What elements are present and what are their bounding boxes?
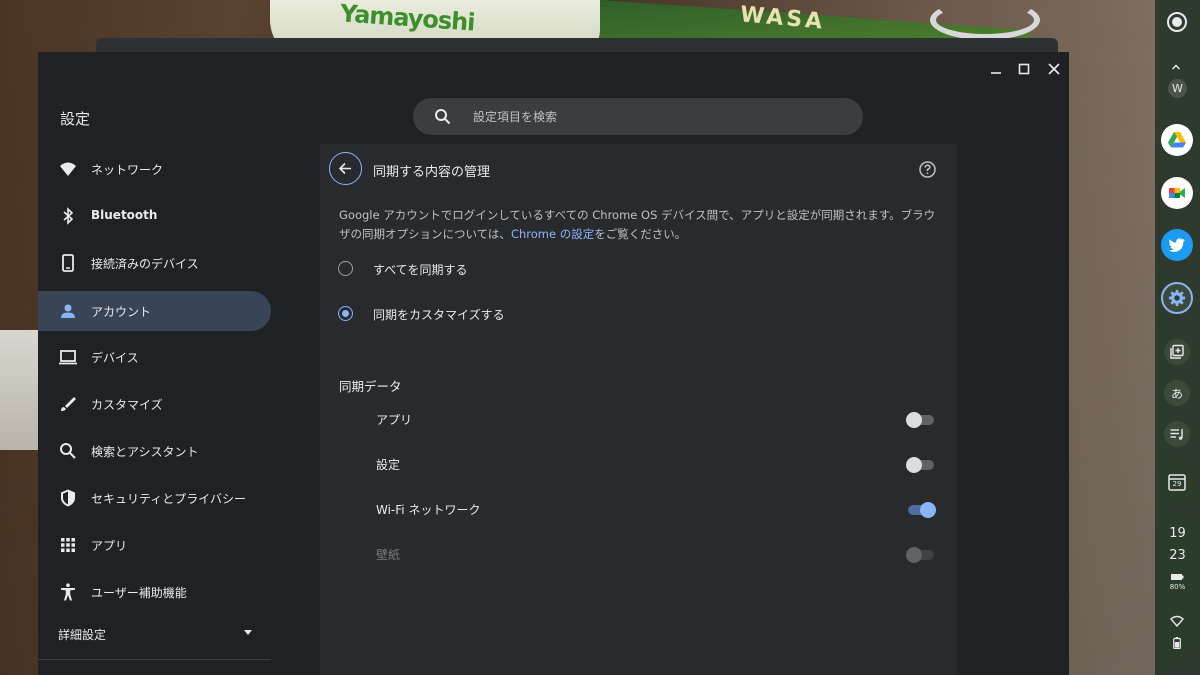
sync-label: Wi-Fi ネットワーク [376,503,481,517]
settings-window: 設定 設定項目を検索 ネットワーク Bluetooth 接続済みのデバイス アカ… [38,52,1069,675]
sync-label: アプリ [376,413,413,427]
screenshot-icon[interactable] [1164,339,1190,365]
wifi-networks-toggle[interactable] [906,502,936,518]
battery-saver-icon [1171,574,1184,580]
back-button[interactable] [329,152,362,185]
settings-gear-icon[interactable] [1161,282,1193,314]
page-title: 設定 [60,110,91,128]
battery-percent: 80% [1169,583,1186,591]
sidebar-item-personalization[interactable]: カスタマイズ [38,384,271,424]
sidebar-item-label: デバイス [91,351,139,365]
sync-row-wallpaper: 壁紙 [376,542,941,566]
close-icon [1048,63,1060,75]
sync-settings-card: 同期する内容の管理 Google アカウントでログインしているすべての Chro… [320,144,957,675]
phone-icon [62,254,74,272]
sidebar-item-accounts[interactable]: アカウント [38,291,271,331]
sidebar-item-label: 検索とアシスタント [91,445,199,459]
sidebar-item-device[interactable]: デバイス [38,337,271,377]
arrow-back-icon [338,162,351,175]
search-icon [435,109,451,125]
sync-label: 壁紙 [376,548,401,562]
brush-icon [61,397,76,411]
chevron-up-icon[interactable] [1171,62,1181,72]
radio-customize-sync[interactable]: 同期をカスタマイズする [338,302,638,326]
clock-minutes: 23 [1169,548,1186,563]
radio-button[interactable] [338,261,353,276]
sidebar-item-connected-devices[interactable]: 接続済みのデバイス [38,243,271,283]
clock-hours: 19 [1169,526,1186,541]
sidebar-item-label: ネットワーク [91,163,164,177]
collapsed-app-icon[interactable]: W [1168,79,1187,98]
apps-toggle[interactable] [906,412,936,428]
wallpaper-toggle [906,547,936,563]
sidebar-item-label: アカウント [91,305,152,319]
title-bar [38,52,1069,84]
sidebar-item-bluetooth[interactable]: Bluetooth [38,196,271,236]
shelf: W あ 29 19 23 80% [1155,0,1200,675]
ime-label: あ [1170,387,1183,401]
shield-icon [61,489,75,507]
caret-down-icon [244,630,252,635]
sync-row-wifi: Wi-Fi ネットワーク [376,497,941,521]
laptop-icon [59,350,77,365]
chrome-settings-link[interactable]: Chrome の設定 [511,227,594,241]
close-button[interactable] [1043,58,1065,80]
sidebar-item-label: Bluetooth [91,208,158,222]
sidebar-item-label: セキュリティとプライバシー [91,492,247,506]
search-placeholder: 設定項目を検索 [473,110,558,124]
ime-icon[interactable]: あ [1164,380,1190,406]
sync-row-apps: アプリ [376,407,941,431]
twitter-icon[interactable] [1161,229,1193,261]
sidebar-item-label: カスタマイズ [91,398,163,412]
sidebar-item-accessibility[interactable]: ユーザー補助機能 [38,572,271,612]
sidebar-item-apps[interactable]: アプリ [38,525,271,565]
sync-description: Google アカウントでログインしているすべての Chrome OS デバイス… [339,206,939,244]
advanced-settings-toggle[interactable]: 詳細設定 [38,614,271,654]
launcher-button[interactable] [1167,12,1187,32]
search-icon [60,443,76,459]
sidebar-item-search-assistant[interactable]: 検索とアシスタント [38,431,271,471]
sync-label: 設定 [376,458,401,472]
radio-button-checked[interactable] [338,306,353,321]
media-icon[interactable] [1164,421,1190,447]
settings-header: 設定 設定項目を検索 [38,84,1069,144]
sidebar-item-label: アプリ [91,539,128,553]
sync-row-settings: 設定 [376,452,941,476]
person-icon [61,304,75,318]
background-object [0,330,38,450]
calendar-day: 29 [1172,480,1182,488]
advanced-label: 詳細設定 [58,628,107,642]
google-drive-icon[interactable] [1161,124,1193,156]
wifi-status-icon [1170,615,1184,627]
apps-grid-icon [61,538,75,552]
settings-toggle[interactable] [906,457,936,473]
subpage-title: 同期する内容の管理 [373,165,491,180]
sidebar-divider [38,659,271,660]
search-input[interactable]: 設定項目を検索 [413,98,863,135]
accessibility-icon [61,583,75,601]
minimize-button[interactable] [985,58,1007,80]
maximize-button[interactable] [1013,58,1035,80]
sidebar-item-security-privacy[interactable]: セキュリティとプライバシー [38,478,271,518]
sidebar-item-network[interactable]: ネットワーク [38,149,271,189]
radio-label: すべてを同期する [373,263,468,277]
sidebar-item-label: ユーザー補助機能 [91,586,187,600]
sync-data-heading: 同期データ [339,379,402,394]
bluetooth-icon [63,207,74,225]
sidebar: ネットワーク Bluetooth 接続済みのデバイス アカウント デバイス カス… [38,144,278,675]
description-text-end: をご覧ください。 [594,227,687,241]
cable [930,0,1040,40]
minimize-icon [991,72,1001,74]
calendar-pill[interactable]: 29 [1158,460,1196,504]
help-icon[interactable] [918,160,937,179]
radio-sync-everything[interactable]: すべてを同期する [338,257,638,281]
google-meet-icon[interactable] [1161,177,1193,209]
battery-icon [1173,637,1181,649]
radio-label: 同期をカスタマイズする [373,308,505,322]
sidebar-item-label: 接続済みのデバイス [91,257,199,271]
maximize-icon [1018,63,1030,75]
wifi-icon [60,162,76,176]
